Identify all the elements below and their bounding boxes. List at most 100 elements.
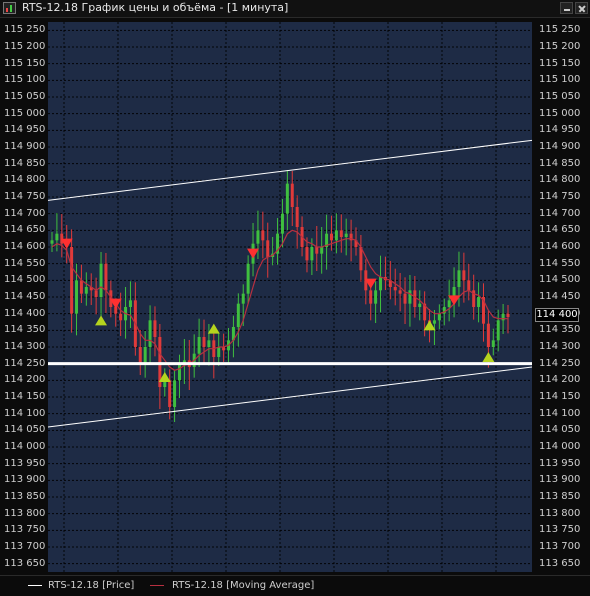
- right-axis-tick-label: 115 250: [539, 24, 581, 36]
- right-axis-tick-label: 114 850: [539, 157, 581, 169]
- candle-body: [79, 280, 83, 294]
- right-axis-tick-label: 114 100: [539, 407, 581, 419]
- candle-body: [128, 300, 132, 307]
- candle-body: [104, 263, 108, 291]
- left-axis-tick-label: 115 250: [4, 24, 46, 36]
- candle-body: [148, 320, 152, 347]
- candle-body: [50, 240, 54, 244]
- candle-body: [261, 230, 265, 241]
- candle-body: [315, 247, 319, 254]
- price-chart[interactable]: [0, 0, 590, 595]
- left-axis-tick-label: 114 650: [4, 224, 46, 236]
- candle-body: [99, 263, 103, 297]
- right-axis-tick-label: 114 950: [539, 124, 581, 136]
- candle-body: [119, 313, 123, 321]
- candle-body: [344, 233, 348, 237]
- left-axis-tick-label: 114 350: [4, 324, 46, 336]
- left-axis-tick-label: 115 100: [4, 74, 46, 86]
- candle-body: [153, 320, 157, 337]
- left-axis-tick-label: 114 900: [4, 141, 46, 152]
- left-axis-tick-label: 115 200: [4, 41, 46, 52]
- candle-body: [217, 347, 221, 357]
- legend-price-swatch: [28, 585, 42, 586]
- right-axis-tick-label: 113 950: [539, 457, 581, 469]
- right-axis-tick-label: 114 600: [539, 241, 581, 252]
- candle-body: [329, 233, 333, 241]
- left-axis-tick-label: 113 750: [4, 524, 46, 536]
- legend-ma-label: RTS-12.18 [Moving Average]: [172, 580, 315, 591]
- left-axis-tick-label: 114 100: [4, 407, 46, 419]
- candle-body: [197, 337, 201, 354]
- candle-body: [457, 270, 461, 287]
- candle-body: [143, 347, 147, 364]
- left-axis-tick-label: 113 850: [4, 491, 46, 502]
- candle-body: [369, 290, 373, 304]
- candle-body: [290, 183, 294, 207]
- candle-body: [280, 213, 284, 234]
- left-axis-tick-label: 113 900: [4, 474, 46, 486]
- candle-body: [55, 233, 59, 241]
- right-axis-tick-label: 114 700: [539, 207, 581, 219]
- left-axis-tick-label: 114 950: [4, 124, 46, 136]
- candle-body: [177, 363, 181, 381]
- current-price-tag: 114 400: [535, 308, 579, 322]
- candle-body: [462, 270, 466, 281]
- candle-body: [236, 303, 240, 327]
- left-axis-tick-label: 114 500: [4, 274, 46, 286]
- candle-body: [202, 337, 206, 347]
- right-axis-tick-label: 114 200: [539, 374, 581, 386]
- candle-body: [506, 313, 510, 317]
- right-axis-tick-label: 114 650: [539, 224, 581, 236]
- candle-body: [393, 287, 397, 291]
- left-axis-tick-label: 114 700: [4, 207, 46, 219]
- candle-body: [84, 287, 88, 294]
- left-axis-tick-label: 114 800: [4, 174, 46, 186]
- candle-body: [491, 340, 495, 347]
- candle-body: [310, 247, 314, 261]
- left-axis-tick-label: 113 950: [4, 457, 46, 469]
- right-axis-tick-label: 114 350: [539, 324, 581, 336]
- candle-body: [168, 380, 172, 407]
- candle-body: [94, 290, 98, 297]
- left-axis-tick-label: 114 000: [4, 441, 46, 452]
- candle-body: [138, 347, 142, 364]
- right-axis-tick-label: 114 300: [539, 341, 581, 352]
- candle-body: [418, 303, 422, 307]
- left-axis-tick-label: 113 800: [4, 507, 46, 519]
- right-axis-tick-label: 114 500: [539, 274, 581, 286]
- left-axis-tick-label: 114 750: [4, 191, 46, 202]
- candle-body: [305, 247, 309, 261]
- candle-body: [339, 230, 343, 237]
- left-axis-tick-label: 114 300: [4, 341, 46, 352]
- candle-body: [256, 230, 260, 244]
- sell-signal-marker: [247, 248, 260, 259]
- candle-body: [447, 300, 451, 307]
- candle-body: [432, 320, 436, 324]
- right-axis-tick-label: 113 650: [539, 557, 581, 569]
- left-axis-tick-label: 114 600: [4, 241, 46, 252]
- left-axis-tick-label: 114 850: [4, 157, 46, 169]
- right-axis-tick-label: 113 700: [539, 541, 581, 552]
- candle-body: [413, 290, 417, 307]
- candle-body: [246, 263, 250, 294]
- legend-price-label: RTS-12.18 [Price]: [48, 580, 135, 591]
- left-axis-tick-label: 114 050: [4, 424, 46, 436]
- left-axis-tick-label: 113 700: [4, 541, 46, 552]
- right-axis-tick-label: 114 900: [539, 141, 581, 152]
- right-axis-tick-label: 114 250: [539, 357, 581, 369]
- candle-body: [486, 323, 490, 347]
- candle-body: [437, 313, 441, 321]
- left-axis-tick-label: 114 200: [4, 374, 46, 386]
- right-axis-tick-label: 115 000: [539, 107, 581, 119]
- candle-body: [334, 230, 338, 241]
- candle-body: [467, 280, 471, 291]
- right-axis-tick-label: 114 000: [539, 441, 581, 452]
- candle-body: [501, 313, 505, 321]
- right-axis-tick-label: 114 450: [539, 291, 581, 302]
- left-axis-tick-label: 114 550: [4, 257, 46, 269]
- right-axis-tick-label: 114 800: [539, 174, 581, 186]
- chart-window: RTS-12.18 График цены и объёма - [1 мину…: [0, 0, 590, 596]
- left-axis-tick-label: 114 150: [4, 391, 46, 402]
- buy-signal-marker: [482, 352, 495, 362]
- right-axis-tick-label: 113 900: [539, 474, 581, 486]
